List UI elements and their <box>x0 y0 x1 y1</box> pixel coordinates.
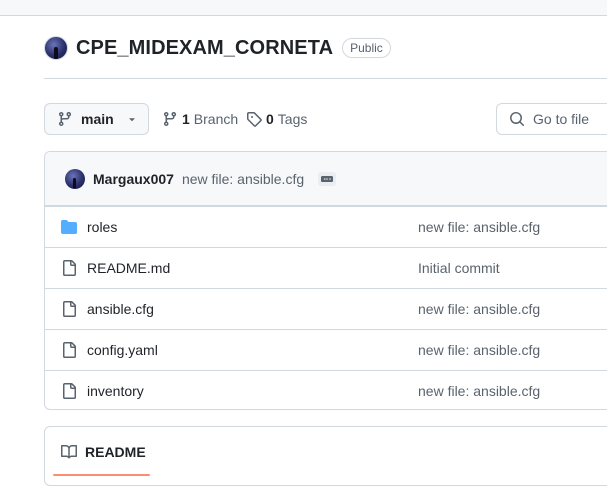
file-commit-message[interactable]: new file: ansible.cfg <box>418 301 540 317</box>
file-name[interactable]: ansible.cfg <box>87 301 154 317</box>
git-branch-icon <box>163 112 176 127</box>
header-divider <box>44 78 607 79</box>
owner-avatar[interactable] <box>44 36 68 60</box>
search-placeholder: Go to file <box>533 111 590 127</box>
file-browser: Margaux007 new file: ansible.cfg roles n… <box>44 151 607 410</box>
branch-name: main <box>81 111 114 127</box>
caret-down-icon <box>128 118 135 122</box>
branches-label: Branch <box>193 111 239 127</box>
file-row-readme[interactable]: README.md Initial commit <box>45 247 607 288</box>
folder-icon <box>61 220 77 234</box>
ellipsis-icon <box>321 175 334 182</box>
readme-panel: README <box>44 426 607 486</box>
file-icon <box>63 342 76 358</box>
branches-count: 1 <box>182 111 190 127</box>
search-icon <box>510 112 525 127</box>
branch-selector-button[interactable]: main <box>44 103 149 135</box>
file-row-inventory[interactable]: inventory new file: ansible.cfg <box>45 370 607 409</box>
readme-tab-label: README <box>85 444 146 460</box>
git-branch-icon <box>58 112 71 127</box>
commit-author-avatar[interactable] <box>65 168 85 189</box>
latest-commit-bar: Margaux007 new file: ansible.cfg <box>45 152 607 206</box>
visibility-badge: Public <box>342 38 391 58</box>
file-name[interactable]: roles <box>87 219 117 235</box>
file-icon <box>63 301 76 317</box>
tags-label: Tags <box>277 111 308 127</box>
file-row-roles[interactable]: roles new file: ansible.cfg <box>45 206 607 247</box>
repo-name[interactable]: CPE_MIDEXAM_CORNETA <box>76 37 333 60</box>
repo-header: CPE_MIDEXAM_CORNETA Public <box>44 34 391 62</box>
branches-link[interactable]: 1 Branch <box>162 103 238 135</box>
file-commit-message[interactable]: new file: ansible.cfg <box>418 383 540 399</box>
file-row-ansible-cfg[interactable]: ansible.cfg new file: ansible.cfg <box>45 288 607 329</box>
file-row-config-yaml[interactable]: config.yaml new file: ansible.cfg <box>45 329 607 370</box>
top-header-strip <box>0 0 607 16</box>
commit-details-button[interactable] <box>318 171 337 186</box>
file-name[interactable]: README.md <box>87 260 170 276</box>
tag-icon <box>247 112 262 127</box>
tags-link[interactable]: 0 Tags <box>246 103 307 135</box>
commit-message[interactable]: new file: ansible.cfg <box>182 171 304 187</box>
file-icon <box>63 260 76 276</box>
file-icon <box>63 383 76 399</box>
repo-toolbar: main 1 Branch 0 Tags Go to file <box>44 103 607 135</box>
file-commit-message[interactable]: new file: ansible.cfg <box>418 342 540 358</box>
file-name[interactable]: config.yaml <box>87 342 158 358</box>
file-name[interactable]: inventory <box>87 383 144 399</box>
active-tab-underline <box>53 474 150 476</box>
commit-author[interactable]: Margaux007 <box>93 171 174 187</box>
file-commit-message[interactable]: new file: ansible.cfg <box>418 219 540 235</box>
book-icon <box>61 444 77 459</box>
tags-count: 0 <box>266 111 274 127</box>
readme-tab[interactable]: README <box>61 444 146 460</box>
file-commit-message[interactable]: Initial commit <box>418 260 500 276</box>
go-to-file-input[interactable]: Go to file <box>496 103 607 135</box>
